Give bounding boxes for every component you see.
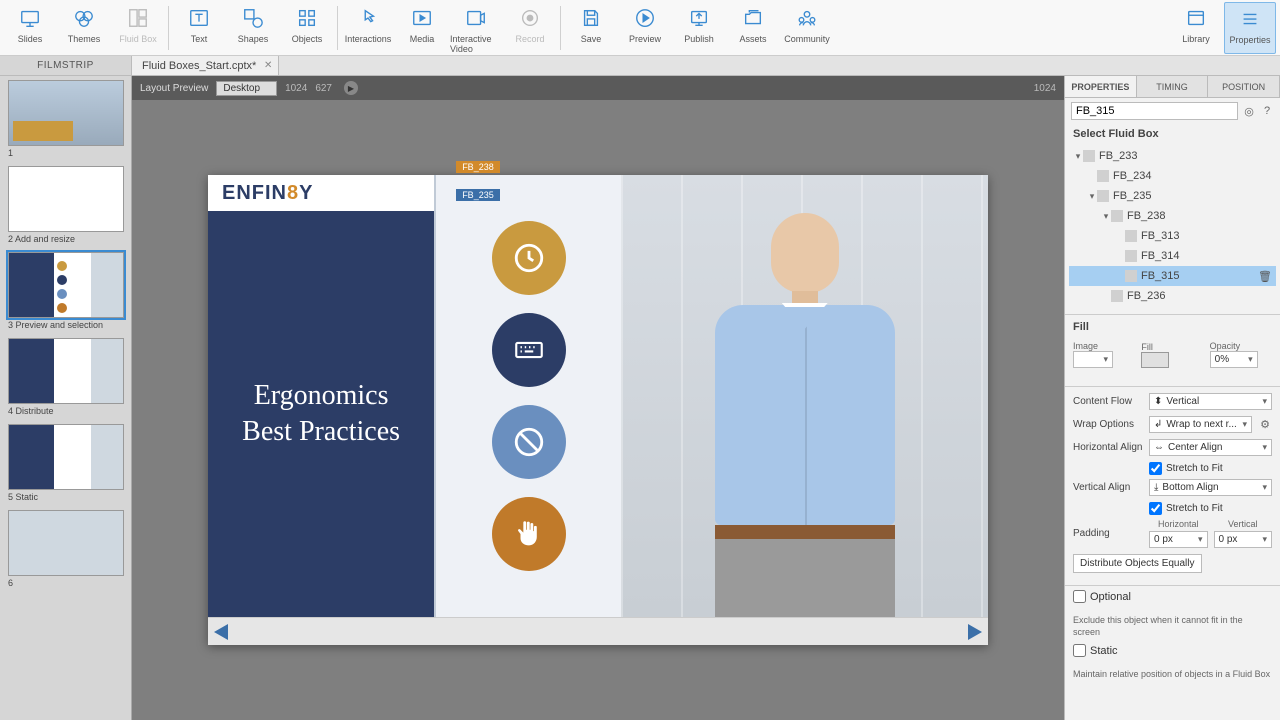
fb-tag-selected[interactable]: FB_238 — [456, 161, 500, 173]
media-button[interactable]: Media — [396, 2, 448, 54]
select-fluidbox-label: Select Fluid Box — [1065, 124, 1280, 144]
static-note: Maintain relative position of objects in… — [1065, 669, 1280, 685]
wrap-options-dd[interactable]: ↲Wrap to next r... — [1149, 416, 1252, 433]
filmstrip-panel[interactable]: 1 2 Add and resize 3 Preview and selecti… — [0, 76, 132, 720]
bp-current: 1024 — [1034, 83, 1056, 94]
tab-bar: Filmstrip Fluid Boxes_Start.cptx* ✕ — [0, 56, 1280, 76]
slide-title[interactable]: Ergonomics Best Practices — [208, 211, 434, 617]
preview-button[interactable]: Preview — [619, 2, 671, 54]
tab-position[interactable]: Position — [1208, 76, 1280, 97]
tree-row[interactable]: FB_234 — [1069, 166, 1276, 186]
slides-button[interactable]: Slides — [4, 2, 56, 54]
library-button[interactable]: Library — [1170, 2, 1222, 54]
pad-h-dd[interactable]: 0 px — [1149, 531, 1208, 548]
hand-icon[interactable] — [492, 497, 566, 571]
tab-timing[interactable]: Timing — [1137, 76, 1209, 97]
properties-panel: Properties Timing Position ◎ ? Select Fl… — [1064, 76, 1280, 720]
fill-color-swatch[interactable] — [1141, 352, 1169, 368]
person-image — [705, 207, 905, 617]
slide-stage[interactable]: ENFIN8Y Ergonomics Best Practices FB_238… — [208, 175, 988, 645]
optional-note: Exclude this object when it cannot fit i… — [1065, 615, 1280, 642]
tree-row[interactable]: FB_315🗑 — [1069, 266, 1276, 286]
record-button: Record — [504, 2, 556, 54]
community-button[interactable]: Community — [781, 2, 833, 54]
keyboard-icon[interactable] — [492, 313, 566, 387]
device-dropdown[interactable]: Desktop — [216, 81, 277, 96]
fill-section-header: Fill — [1065, 317, 1280, 337]
text-button[interactable]: Text — [173, 2, 225, 54]
document-tab[interactable]: Fluid Boxes_Start.cptx* ✕ — [132, 56, 279, 75]
tree-row[interactable]: FB_236 — [1069, 286, 1276, 306]
bp-width-1: 1024 — [285, 83, 307, 94]
slide-photo[interactable] — [621, 175, 988, 617]
canvas-area: Layout Preview Desktop 1024 627 ▶ 1024 E… — [132, 76, 1064, 720]
thumb-3[interactable] — [8, 252, 124, 318]
interactions-button[interactable]: Interactions — [342, 2, 394, 54]
document-title: Fluid Boxes_Start.cptx* — [142, 60, 256, 72]
static-checkbox[interactable] — [1073, 644, 1086, 657]
opacity-dd[interactable]: 0% — [1210, 351, 1258, 368]
delete-icon[interactable]: 🗑 — [1258, 270, 1272, 283]
fluidbox-button: Fluid Box — [112, 2, 164, 54]
breakpoint-bar: Layout Preview Desktop 1024 627 ▶ 1024 — [132, 76, 1064, 100]
tree-row[interactable]: ▾FB_233 — [1069, 146, 1276, 166]
thumb-2[interactable] — [8, 166, 124, 232]
content-flow-dd[interactable]: ⬍Vertical — [1149, 393, 1272, 410]
interactive-video-button[interactable]: Interactive Video — [450, 2, 502, 54]
v-stretch-checkbox[interactable] — [1149, 502, 1162, 515]
distribute-button[interactable]: Distribute Objects Equally — [1073, 554, 1202, 573]
tab-properties[interactable]: Properties — [1065, 76, 1137, 97]
bp-width-2: 627 — [315, 83, 332, 94]
themes-button[interactable]: Themes — [58, 2, 110, 54]
thumb-4[interactable] — [8, 338, 124, 404]
optional-checkbox[interactable] — [1073, 590, 1086, 603]
publish-button[interactable]: Publish — [673, 2, 725, 54]
thumb-5[interactable] — [8, 424, 124, 490]
properties-button[interactable]: Properties — [1224, 2, 1276, 54]
clock-icon[interactable] — [492, 221, 566, 295]
fb-tag-parent[interactable]: FB_235 — [456, 189, 500, 201]
layout-preview-label: Layout Preview — [140, 83, 208, 94]
fill-image-dd[interactable] — [1073, 351, 1113, 368]
pad-v-dd[interactable]: 0 px — [1214, 531, 1273, 548]
close-tab-icon[interactable]: ✕ — [264, 60, 272, 71]
brand-logo: ENFIN8Y — [208, 175, 434, 211]
slide-left-panel[interactable]: ENFIN8Y Ergonomics Best Practices — [208, 175, 434, 617]
slide-icons-column[interactable]: FB_238 FB_235 — [434, 175, 621, 617]
fluidbox-tree[interactable]: ▾FB_233FB_234▾FB_235▾FB_238FB_313FB_314F… — [1065, 144, 1280, 312]
objects-button[interactable]: Objects — [281, 2, 333, 54]
help-icon[interactable]: ? — [1260, 104, 1274, 118]
tree-row[interactable]: FB_313 — [1069, 226, 1276, 246]
thumb-6[interactable] — [8, 510, 124, 576]
wrap-settings-icon[interactable]: ⚙ — [1258, 418, 1272, 432]
tree-row[interactable]: ▾FB_238 — [1069, 206, 1276, 226]
main-toolbar: Slides Themes Fluid Box Text Shapes Obje… — [0, 0, 1280, 56]
tree-row[interactable]: ▾FB_235 — [1069, 186, 1276, 206]
assets-button[interactable]: Assets — [727, 2, 779, 54]
halign-dd[interactable]: ⇔Center Align — [1149, 439, 1272, 456]
tree-row[interactable]: FB_314 — [1069, 246, 1276, 266]
next-arrow-icon[interactable] — [968, 624, 982, 640]
h-stretch-checkbox[interactable] — [1149, 462, 1162, 475]
prev-arrow-icon[interactable] — [214, 624, 228, 640]
no-sign-icon[interactable] — [492, 405, 566, 479]
play-layout-button[interactable]: ▶ — [344, 81, 358, 95]
filmstrip-header: Filmstrip — [0, 56, 132, 75]
save-button[interactable]: Save — [565, 2, 617, 54]
thumb-1[interactable] — [8, 80, 124, 146]
valign-dd[interactable]: ⤓Bottom Align — [1149, 479, 1272, 496]
visibility-icon[interactable]: ◎ — [1242, 104, 1256, 118]
slide-navbar — [208, 617, 988, 645]
object-name-input[interactable] — [1071, 102, 1238, 120]
shapes-button[interactable]: Shapes — [227, 2, 279, 54]
